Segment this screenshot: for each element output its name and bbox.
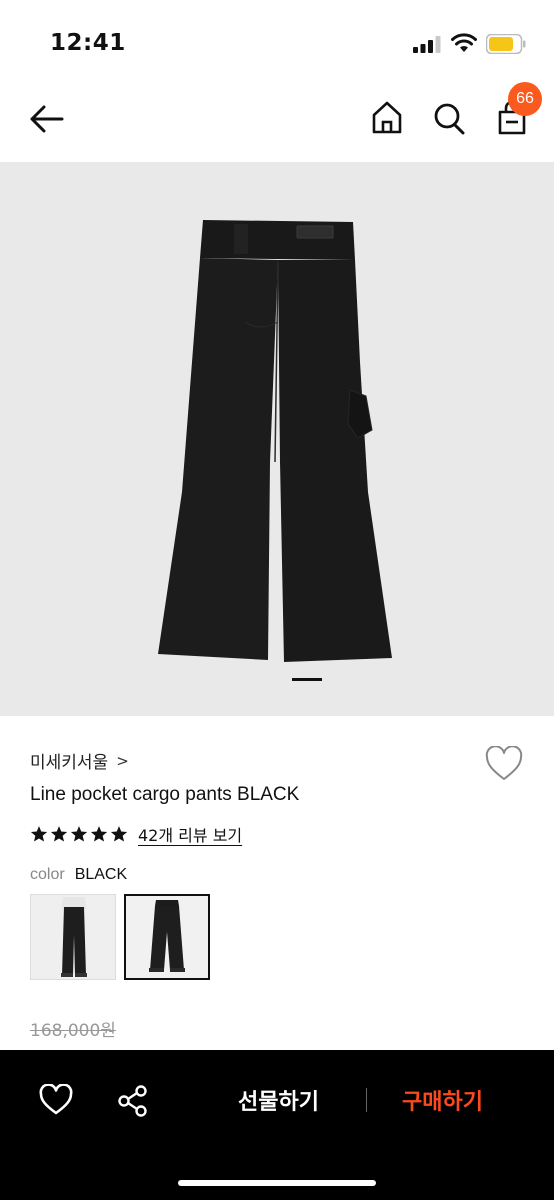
gift-button[interactable]: 선물하기 — [238, 1084, 319, 1116]
status-bar: 12:41 — [0, 0, 554, 80]
review-link[interactable]: 42개 리뷰 보기 — [138, 822, 242, 846]
home-icon[interactable] — [368, 98, 406, 138]
cart-count-badge: 66 — [508, 82, 542, 116]
rating-stars — [30, 825, 128, 843]
heart-icon[interactable] — [38, 1084, 74, 1116]
color-thumbnail-1[interactable] — [30, 894, 116, 980]
chevron-right-icon: > — [116, 751, 129, 770]
slide-indicator — [292, 678, 322, 681]
heart-icon[interactable] — [484, 746, 524, 782]
status-time: 12:41 — [50, 30, 126, 56]
color-row: color BLACK — [30, 866, 127, 884]
color-value: BLACK — [74, 866, 128, 883]
back-arrow-icon[interactable] — [26, 100, 68, 138]
battery-icon — [486, 34, 526, 54]
rating: 42개 리뷰 보기 — [30, 822, 242, 846]
star-icon — [30, 826, 48, 842]
star-icon — [90, 826, 108, 842]
color-thumbnail-2[interactable] — [124, 894, 210, 980]
brand-link[interactable]: 미세키서울 > — [30, 748, 129, 774]
top-nav — [0, 80, 554, 162]
star-icon — [110, 826, 128, 842]
signal-icon — [413, 36, 441, 53]
share-icon[interactable] — [116, 1084, 150, 1118]
buy-button[interactable]: 구매하기 — [402, 1084, 483, 1116]
home-indicator — [178, 1180, 376, 1186]
brand-name: 미세키서울 — [30, 753, 109, 773]
divider — [366, 1088, 367, 1112]
wifi-icon — [451, 33, 477, 52]
bottom-bar: 선물하기 구매하기 — [0, 1050, 554, 1200]
product-name: Line pocket cargo pants BLACK — [30, 784, 300, 805]
star-icon — [70, 826, 88, 842]
original-price: 168,000원 — [30, 1021, 116, 1041]
search-icon[interactable] — [430, 98, 468, 138]
star-icon — [50, 826, 68, 842]
pants-illustration — [158, 220, 392, 662]
color-label: color — [30, 866, 65, 883]
product-image[interactable] — [0, 162, 554, 716]
